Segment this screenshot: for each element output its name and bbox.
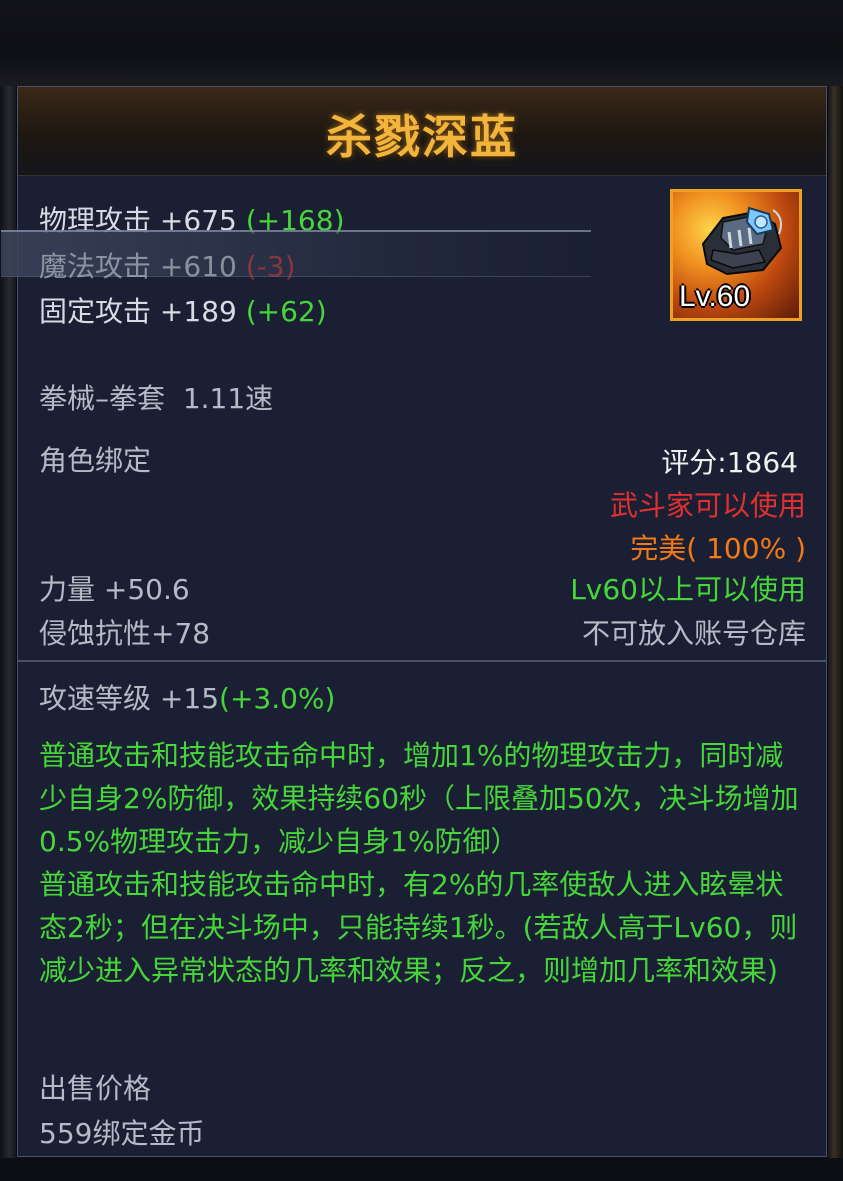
skill-description: 普通攻击和技能攻击命中时，增加1%的物理攻击力，同时减少自身2%防御，效果持续6… [39, 739, 799, 987]
weapon-type-row: 拳械–拳套 1.11速 [39, 382, 274, 415]
magic-attack-stat: 魔法攻击 +610 (-3) [39, 250, 296, 283]
item-level-badge: Lv.60 [679, 280, 751, 313]
item-icon-frame[interactable]: Lv.60 [670, 189, 802, 321]
background-top [0, 0, 843, 86]
title-bar: 杀戮深蓝 [18, 87, 826, 176]
section-divider [18, 660, 826, 662]
quality-label: 完美( 100% ) [630, 532, 806, 565]
attack-speed-stat: 攻速等级 +15(+3.0%) [39, 682, 336, 715]
bind-status: 角色绑定 [39, 444, 152, 477]
sell-price-value: 559绑定金币 [39, 1117, 205, 1150]
usable-class: 武斗家可以使用 [609, 489, 806, 522]
score-label: 评分:1864 [661, 446, 798, 479]
background-right-edge [828, 86, 843, 1181]
fixed-attack-stat: 固定攻击 +189 (+62) [39, 295, 327, 328]
item-tooltip-panel: 杀戮深蓝 物理攻击 +675 (+168) 魔法攻击 +610 (-3) 固定攻… [1, 86, 827, 1157]
level-requirement: Lv60以上可以使用 [570, 573, 806, 606]
background-bottom [0, 1158, 843, 1181]
item-name: 杀戮深蓝 [326, 110, 518, 164]
strength-stat: 力量 +50.6 [39, 573, 190, 606]
storage-restriction: 不可放入账号仓库 [581, 617, 806, 650]
erosion-resist-stat: 侵蚀抗性+78 [39, 617, 211, 650]
sell-price-label: 出售价格 [39, 1072, 152, 1105]
gauntlet-icon [701, 206, 783, 276]
